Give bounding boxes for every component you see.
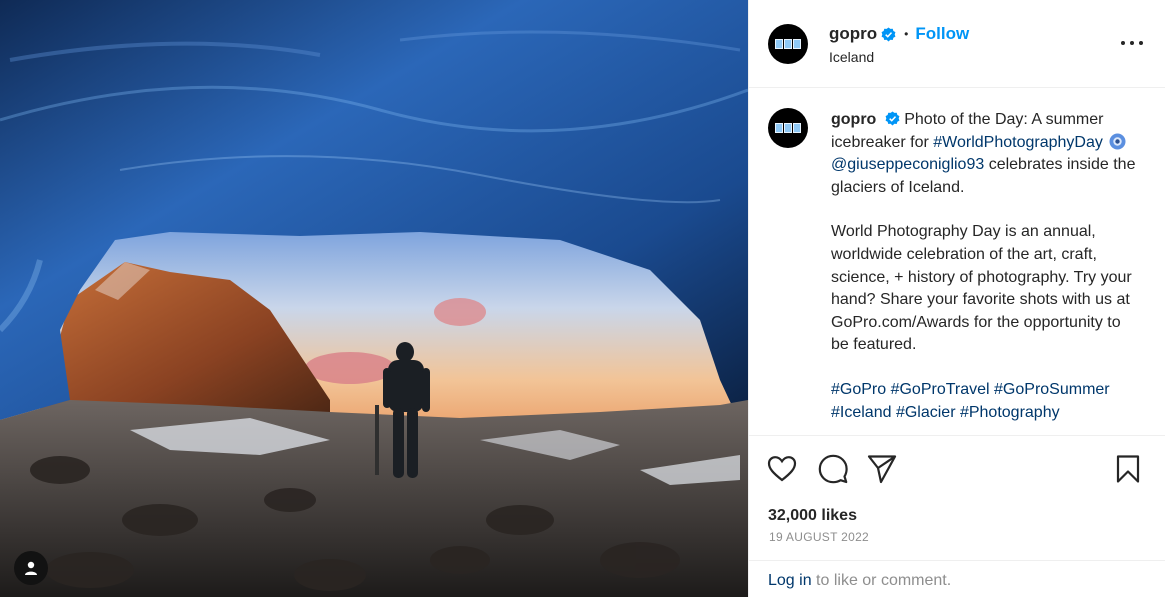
hashtag-link[interactable]: #WorldPhotographyDay bbox=[933, 134, 1103, 151]
caption-area: gopro Photo of the Day: A summer icebrea… bbox=[749, 88, 1165, 436]
verified-badge-icon bbox=[885, 111, 900, 126]
user-tag-icon bbox=[25, 561, 37, 575]
post-side-panel: gopro • Follow Iceland gopro Photo of th… bbox=[748, 0, 1165, 597]
verified-badge-icon bbox=[881, 26, 896, 42]
user-tag-button[interactable] bbox=[14, 551, 48, 585]
caption-paragraph: World Photography Day is an annual, worl… bbox=[831, 223, 1132, 354]
header-username[interactable]: gopro bbox=[829, 24, 877, 44]
login-prompt-text: to like or comment. bbox=[811, 572, 952, 589]
caption-avatar[interactable] bbox=[768, 108, 808, 148]
caption-text: gopro Photo of the Day: A summer icebrea… bbox=[831, 109, 1141, 435]
login-link[interactable]: Log in bbox=[768, 572, 812, 589]
more-options-icon[interactable] bbox=[1121, 32, 1143, 54]
separator-dot: • bbox=[904, 27, 909, 41]
camera-emoji-icon bbox=[1109, 133, 1126, 150]
heart-icon[interactable] bbox=[767, 454, 797, 484]
action-bar bbox=[749, 436, 1165, 502]
gopro-logo bbox=[775, 39, 801, 49]
gopro-logo bbox=[775, 123, 801, 133]
likes-count[interactable]: 32,000 likes bbox=[768, 507, 857, 525]
avatar[interactable] bbox=[768, 24, 808, 64]
follow-button[interactable]: Follow bbox=[915, 24, 969, 44]
comment-icon[interactable] bbox=[818, 454, 848, 484]
bookmark-icon[interactable] bbox=[1113, 454, 1143, 484]
glacier-cave-image bbox=[0, 0, 748, 597]
post-date: 19 AUGUST 2022 bbox=[769, 530, 870, 544]
post-photo[interactable] bbox=[0, 0, 748, 597]
hashtag-list[interactable]: #GoPro #GoProTravel #GoProSummer #Icelan… bbox=[831, 379, 1141, 424]
mention-link[interactable]: @giuseppeconiglio93 bbox=[831, 156, 984, 173]
paper-plane-icon[interactable] bbox=[867, 454, 897, 484]
location-link[interactable]: Iceland bbox=[829, 49, 874, 65]
post-header: gopro • Follow Iceland bbox=[749, 0, 1165, 88]
login-footer: Log in to like or comment. bbox=[749, 560, 1165, 598]
header-user-row: gopro • Follow bbox=[829, 24, 969, 44]
login-prompt: Log in to like or comment. bbox=[768, 572, 951, 590]
caption-username[interactable]: gopro bbox=[831, 111, 876, 128]
